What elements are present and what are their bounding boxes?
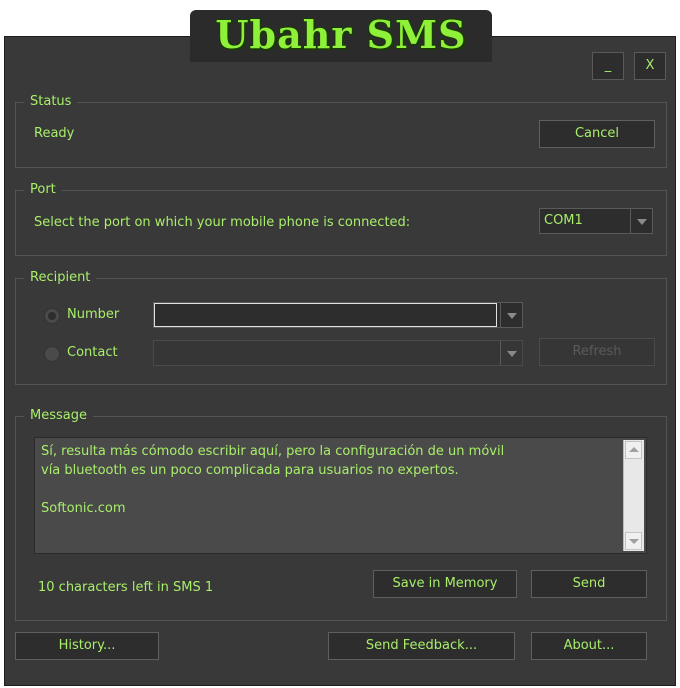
chevron-down-icon[interactable] [500, 303, 522, 327]
cancel-button[interactable]: Cancel [539, 120, 655, 148]
scroll-up-icon[interactable] [625, 441, 642, 459]
number-input[interactable] [153, 302, 523, 328]
send-feedback-button[interactable]: Send Feedback... [328, 632, 515, 660]
about-button[interactable]: About... [531, 632, 647, 660]
port-instruction: Select the port on which your mobile pho… [34, 215, 411, 230]
refresh-button[interactable]: Refresh [539, 338, 655, 366]
message-textarea[interactable]: Sí, resulta más cómodo escribir aquí, pe… [34, 437, 647, 554]
message-scrollbar[interactable] [623, 440, 644, 551]
app-logo: Ubahr SMS [190, 10, 492, 62]
number-label: Number [67, 307, 120, 322]
message-legend: Message [24, 408, 93, 424]
number-input-field[interactable] [154, 303, 497, 327]
status-legend: Status [24, 94, 78, 110]
port-select[interactable]: COM1 [539, 208, 653, 234]
recipient-group: Recipient [15, 270, 667, 385]
send-button[interactable]: Send [531, 570, 647, 598]
number-radio[interactable] [44, 308, 60, 324]
chevron-down-icon[interactable] [630, 209, 652, 233]
close-button[interactable]: X [634, 52, 666, 80]
contact-radio[interactable] [44, 346, 60, 362]
recipient-legend: Recipient [24, 270, 97, 286]
minimize-button[interactable]: _ [592, 52, 624, 80]
app-title: Ubahr SMS [215, 12, 467, 57]
contact-select[interactable] [153, 340, 523, 366]
history-button[interactable]: History... [15, 632, 159, 660]
port-select-value: COM1 [544, 213, 583, 228]
status-text: Ready [34, 126, 75, 141]
chevron-down-icon[interactable] [500, 341, 522, 365]
chars-left-text: 10 characters left in SMS 1 [38, 580, 214, 595]
contact-label: Contact [67, 345, 118, 360]
message-text: Sí, resulta más cómodo escribir aquí, pe… [41, 444, 505, 516]
scroll-down-icon[interactable] [625, 532, 642, 550]
save-in-memory-button[interactable]: Save in Memory [373, 570, 517, 598]
port-legend: Port [24, 182, 62, 198]
